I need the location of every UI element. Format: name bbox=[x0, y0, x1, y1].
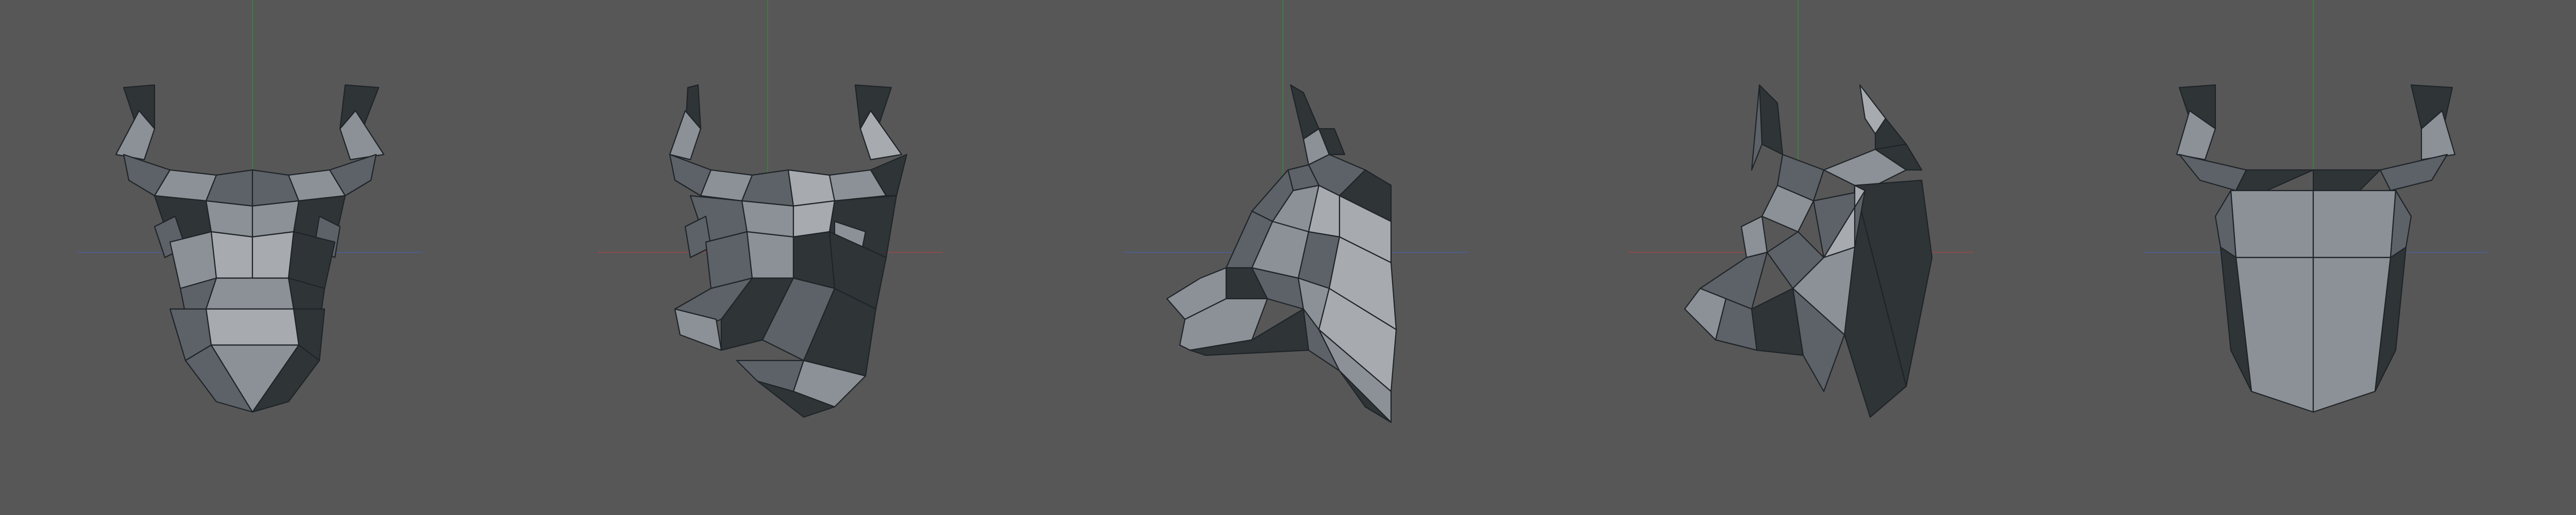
bull-head-back-view[interactable] bbox=[2176, 84, 2456, 413]
bull-head-three-quarter-back-view[interactable] bbox=[1684, 84, 1933, 418]
bull-head-front-view[interactable] bbox=[115, 84, 385, 413]
bull-head-side-view[interactable] bbox=[1166, 84, 1397, 423]
viewport-canvas[interactable] bbox=[0, 0, 2576, 515]
bull-head-three-quarter-view[interactable] bbox=[669, 84, 908, 418]
3d-viewport[interactable] bbox=[0, 0, 2576, 515]
